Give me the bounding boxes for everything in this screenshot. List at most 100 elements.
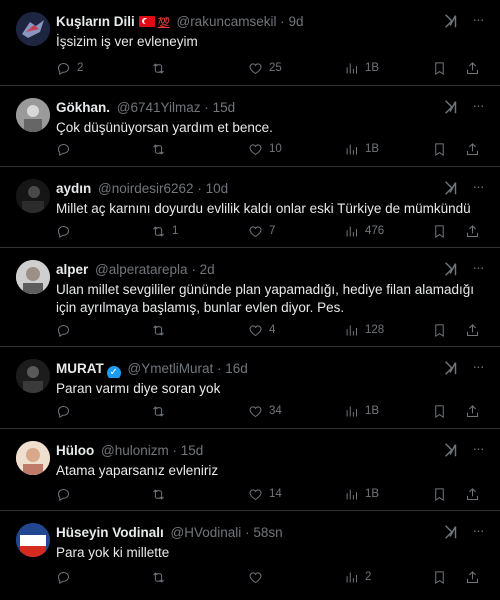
bookmark-button[interactable] (432, 221, 447, 241)
views-button[interactable]: 1B (344, 58, 379, 78)
share-button[interactable] (465, 484, 480, 504)
share-button[interactable] (465, 221, 480, 241)
avatar[interactable] (16, 98, 50, 132)
display-name[interactable]: MURAT (56, 361, 104, 376)
bookmark-button[interactable] (432, 567, 447, 587)
views-button[interactable]: 476 (344, 221, 384, 241)
bookmark-button[interactable] (432, 401, 447, 421)
more-icon[interactable]: ··· (468, 356, 488, 376)
reply-button[interactable] (56, 484, 77, 504)
like-button[interactable]: 4 (248, 320, 275, 340)
tweet-text: Paran varmı diye soran yok (56, 381, 221, 396)
retweet-button[interactable]: 1 (151, 221, 178, 241)
timestamp[interactable]: 58sn (253, 525, 282, 540)
bookmark-button[interactable] (432, 139, 447, 159)
share-icon (467, 142, 478, 155)
tweet[interactable]: Hüseyin Vodinalı @HVodinali · 58sn ··· P… (0, 511, 500, 600)
timestamp[interactable]: 16d (225, 361, 248, 376)
tweet[interactable]: aydın @noirdesir6262 · 10d ··· Millet aç… (0, 167, 500, 248)
like-button[interactable]: 7 (248, 221, 275, 241)
avatar[interactable] (16, 12, 50, 46)
display-name[interactable]: Hüloo (56, 443, 94, 458)
retweet-button[interactable] (151, 320, 172, 340)
timestamp[interactable]: 2d (200, 262, 215, 277)
views-button[interactable]: 1B (344, 484, 379, 504)
share-button[interactable] (465, 401, 480, 421)
avatar[interactable] (16, 523, 50, 557)
reply-button[interactable] (56, 139, 77, 159)
retweet-button[interactable] (151, 139, 172, 159)
verified-badge-icon: ✓ (106, 366, 121, 378)
like-button[interactable]: 10 (248, 139, 282, 159)
more-icon[interactable]: ··· (468, 520, 488, 540)
reply-button[interactable] (56, 221, 77, 241)
tweet[interactable]: alper @alperatarepla · 2d ··· Ulan mille… (0, 248, 500, 347)
retweet-button[interactable] (151, 567, 172, 587)
tweet[interactable]: MURAT ✓ @YmetliMurat · 16d ··· Paran varm… (0, 347, 500, 429)
timestamp[interactable]: 15d (181, 443, 204, 458)
view-count: 2 (365, 571, 372, 583)
user-handle[interactable]: @hulonizm (101, 443, 169, 458)
more-icon[interactable]: ··· (468, 9, 488, 29)
share-icon (467, 61, 478, 74)
like-button[interactable]: 34 (248, 401, 282, 421)
avatar[interactable] (16, 179, 50, 213)
more-icon[interactable]: ··· (468, 438, 488, 458)
views-button[interactable]: 2 (344, 567, 371, 587)
retweet-button[interactable] (151, 484, 172, 504)
like-button[interactable] (248, 567, 269, 587)
views-button[interactable]: 1B (344, 401, 379, 421)
reply-button[interactable] (56, 320, 77, 340)
reply-button[interactable] (56, 401, 77, 421)
bookmark-button[interactable] (432, 58, 447, 78)
tweet[interactable]: Hüloo @hulonizm · 15d ··· Atama yaparsan… (0, 429, 500, 511)
view-count: 1B (365, 143, 380, 155)
like-button[interactable]: 14 (248, 484, 282, 504)
user-handle[interactable]: @noirdesir6262 (98, 181, 194, 196)
display-name[interactable]: alper (56, 262, 88, 277)
timestamp[interactable]: 15d (213, 100, 236, 115)
like-count: 14 (269, 488, 282, 500)
grok-icon[interactable] (442, 359, 460, 377)
tweet-text: Millet aç karnını doyurdu evlilik kaldı … (56, 201, 471, 216)
display-name[interactable]: aydın (56, 181, 91, 196)
reply-button[interactable]: 2 (56, 58, 83, 78)
avatar[interactable] (16, 441, 50, 475)
views-button[interactable]: 1B (344, 139, 379, 159)
reply-button[interactable] (56, 567, 77, 587)
share-button[interactable] (465, 139, 480, 159)
share-button[interactable] (465, 320, 480, 340)
user-handle[interactable]: @6741Yilmaz (117, 100, 201, 115)
views-button[interactable]: 128 (344, 320, 384, 340)
like-button[interactable]: 25 (248, 58, 282, 78)
user-handle[interactable]: @alperatarepla (95, 262, 188, 277)
timestamp[interactable]: 9d (289, 14, 304, 29)
grok-icon[interactable] (442, 441, 460, 459)
display-name[interactable]: Hüseyin Vodinalı (56, 525, 164, 540)
retweet-button[interactable] (151, 58, 172, 78)
bookmark-button[interactable] (432, 484, 447, 504)
timestamp[interactable]: 10d (206, 181, 229, 196)
retweet-button[interactable] (151, 401, 172, 421)
user-handle[interactable]: @YmetliMurat (128, 361, 214, 376)
tweet[interactable]: Gökhan. @6741Yilmaz · 15d ··· Çok düşünü… (0, 86, 500, 167)
view-count: 128 (365, 324, 385, 336)
bookmark-button[interactable] (432, 320, 447, 340)
grok-icon[interactable] (442, 98, 460, 116)
share-button[interactable] (465, 567, 480, 587)
more-icon[interactable]: ··· (468, 176, 488, 196)
display-name[interactable]: Kuşların Dili (56, 14, 135, 29)
tweet[interactable]: Kuşların Dili 💯 @rakuncamsekil · 9d ··· İ… (0, 0, 500, 86)
grok-icon[interactable] (442, 12, 460, 30)
user-handle[interactable]: @rakuncamsekil (176, 14, 276, 29)
share-button[interactable] (465, 58, 480, 78)
grok-icon[interactable] (442, 260, 460, 278)
grok-icon[interactable] (442, 523, 460, 541)
more-icon[interactable]: ··· (468, 95, 488, 115)
more-icon[interactable]: ··· (468, 257, 488, 277)
user-handle[interactable]: @HVodinali (171, 525, 242, 540)
grok-icon[interactable] (442, 179, 460, 197)
display-name[interactable]: Gökhan. (56, 100, 110, 115)
avatar[interactable] (16, 260, 50, 294)
avatar[interactable] (16, 359, 50, 393)
